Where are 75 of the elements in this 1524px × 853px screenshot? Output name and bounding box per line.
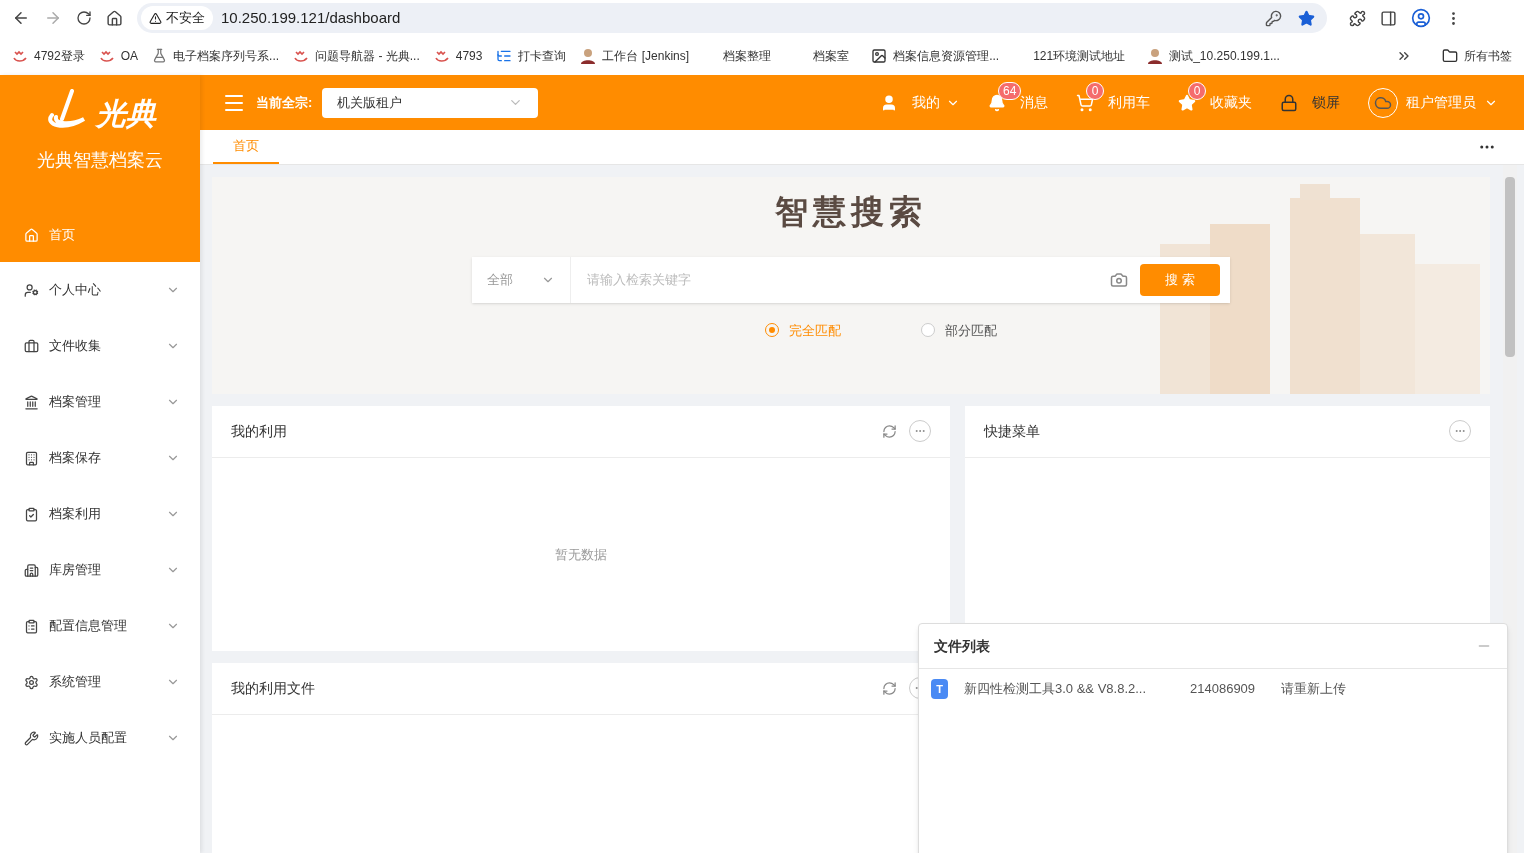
clipboard-icon [24,618,39,634]
fonds-select[interactable]: 机关版租户 [322,87,539,118]
count-badge: 0 [1188,82,1206,100]
sidebar-item[interactable]: 个人中心 [0,262,200,318]
refresh-icon[interactable] [882,423,897,439]
sidebar-item[interactable]: 文件收集 [0,318,200,374]
bookmark-item[interactable]: 4793 [433,46,483,65]
empty-text: 暂无数据 [555,545,607,564]
clipboard-check-icon [24,506,39,522]
reload-icon[interactable] [76,10,92,26]
bookmark-item[interactable]: 打卡查询 [496,46,567,65]
bookmark-item[interactable]: 问题导航器 - 光典... [293,46,420,65]
bookmark-item[interactable]: 档案信息资源管理... [871,46,1000,65]
side-panel-icon[interactable] [1380,9,1397,27]
bookmark-item[interactable]: 电子档案序列号系... [152,46,280,65]
bell-icon [988,93,1006,112]
user-gear-icon [24,282,39,298]
home-icon [24,227,39,243]
app-title: 光典智慧档案云 [37,149,163,172]
url-text: 10.250.199.121/dashboard [221,7,401,28]
sidebar-item[interactable]: 档案利用 [0,486,200,542]
popup-title: 文件列表 [934,636,990,656]
refresh-icon[interactable] [882,680,897,696]
user-icon [880,93,898,112]
header-action[interactable]: 锁屏 [1280,92,1340,113]
count-badge: 0 [1086,82,1104,100]
office-icon [24,562,39,578]
extensions-icon[interactable] [1349,9,1366,27]
home-icon[interactable] [106,9,123,27]
lock-icon [1280,93,1298,112]
all-bookmarks[interactable]: 所有书签 [1442,46,1512,65]
sidebar-item[interactable]: 档案保存 [0,430,200,486]
file-name: 新四性检测工具3.0 && V8.8.2... [964,680,1148,699]
key-icon[interactable] [1265,9,1282,27]
bookmark-item[interactable]: 测试_10.250.199.1... [1147,46,1280,65]
logo-text: 光典 [96,99,156,129]
briefcase-icon [24,338,39,354]
bookmark-item[interactable]: OA [98,46,139,65]
warning-icon [149,11,162,25]
panel-title: 我的利用 [231,421,287,441]
folder-icon [1442,47,1458,64]
document-icon: T [931,679,948,699]
search-title: 智慧搜索 [775,192,927,232]
file-status: 请重新上传 [1281,680,1347,699]
back-icon[interactable] [12,9,30,27]
cart-icon [1076,93,1094,112]
image-icon [871,47,888,64]
sidebar-item[interactable]: 档案管理 [0,374,200,430]
bookmark-item[interactable]: 档案整理 [703,46,780,65]
bookmark-item[interactable]: 4792登录 [12,46,85,65]
address-bar[interactable]: 不安全 10.250.199.121/dashboard [137,3,1327,33]
settings-icon [24,674,39,690]
file-size: 214086909 [1190,680,1256,699]
panel-title: 我的利用文件 [231,678,315,698]
sidebar-item[interactable]: 系统管理 [0,654,200,710]
bookmark-item[interactable]: 档案室 [793,46,858,65]
sidebar-item[interactable]: 库房管理 [0,542,200,598]
panel-title: 快捷菜单 [984,421,1040,441]
bank-icon [24,394,39,410]
match-radio[interactable]: 部分匹配 [921,320,997,340]
flask-icon [152,48,168,63]
building-icon [24,450,39,466]
bookmark-item[interactable]: 121环境测试地址 [1013,46,1134,65]
profile-icon[interactable] [1411,8,1431,28]
bookmark-item[interactable]: 工作台 [Jenkins] [580,46,690,65]
person-icon [1147,47,1164,64]
wrench-icon [24,730,39,746]
sidebar-item[interactable]: 实施人员配置 [0,710,200,766]
star-icon [1178,93,1196,112]
sidebar-item[interactable]: 配置信息管理 [0,598,200,654]
security-chip[interactable]: 不安全 [141,6,213,30]
person-icon [580,47,597,64]
camera-icon[interactable] [1110,270,1128,289]
fonds-label: 当前全宗: [256,93,313,112]
bookmark-star-icon[interactable] [1298,9,1315,27]
